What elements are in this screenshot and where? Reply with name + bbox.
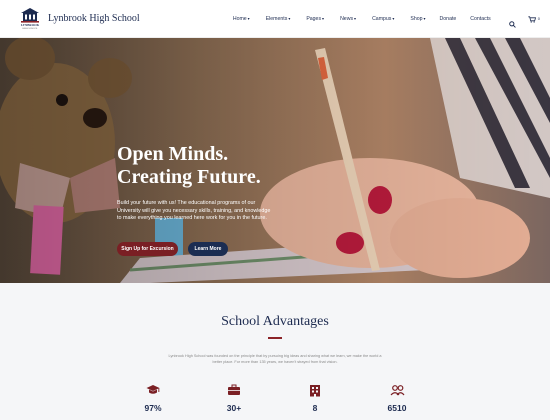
stat-item: 97% [133, 383, 173, 413]
stat-item: 30+ [214, 383, 254, 413]
stat-value: 30+ [226, 403, 242, 413]
nav-item-donate[interactable]: Donate [440, 16, 457, 22]
cart-icon [528, 10, 536, 28]
cart-count: 0 [537, 16, 540, 21]
nav-label: Elements [265, 15, 288, 22]
nav-label: Campus [372, 15, 392, 22]
hero-banner: Open Minds. Creating Future. Build your … [0, 38, 550, 283]
main-nav: Home▾ Elements▾ Pages▾ News▾ Campus▾ Sho… [217, 10, 540, 28]
nav-item-home[interactable]: Home▾ [233, 16, 250, 22]
nav-item-campus[interactable]: Campus▾ [372, 16, 394, 22]
logo-subtext: HIGH SCHOOL [22, 27, 38, 30]
stat-item: 6510 [377, 383, 417, 413]
site-header: LYNBROOK HIGH SCHOOL Lynbrook High Schoo… [0, 0, 550, 38]
search-icon[interactable] [508, 15, 516, 28]
logo[interactable]: LYNBROOK HIGH SCHOOL Lynbrook High Schoo… [17, 4, 140, 34]
stat-value: 8 [312, 403, 318, 413]
section-title: School Advantages [221, 314, 329, 329]
logo-badge-icon: LYNBROOK HIGH SCHOOL [17, 4, 43, 34]
hero-title-line-1: Open Minds. [117, 143, 229, 165]
section-description: Lynbrook High School was founded on the … [168, 354, 382, 364]
title-divider [268, 337, 282, 339]
nav-label: Shop [410, 15, 423, 22]
chevron-down-icon: ▾ [354, 15, 357, 21]
site-name[interactable]: Lynbrook High School [48, 13, 140, 24]
sign-up-excursion-button[interactable]: Sign Up for Excursion [117, 242, 178, 256]
stat-value: 6510 [387, 403, 407, 413]
nav-label: Contacts [470, 15, 491, 22]
stat-value: 97% [144, 403, 162, 413]
nav-item-shop[interactable]: Shop▾ [410, 16, 425, 22]
nav-item-news[interactable]: News▾ [340, 16, 356, 22]
users-icon [377, 383, 417, 397]
stat-item: 8 [295, 383, 335, 413]
building-icon [295, 383, 335, 397]
chevron-down-icon: ▾ [322, 15, 325, 21]
chevron-down-icon: ▾ [392, 15, 395, 21]
nav-label: Donate [439, 15, 457, 22]
cart-button[interactable]: 0 [528, 10, 540, 28]
hero-title: Open Minds. Creating Future. [117, 143, 317, 189]
briefcase-icon [214, 383, 254, 397]
nav-item-elements[interactable]: Elements▾ [266, 16, 291, 22]
chevron-down-icon: ▾ [423, 15, 426, 21]
learn-more-button[interactable]: Learn More [188, 242, 228, 256]
chevron-down-icon: ▾ [288, 15, 291, 21]
nav-label: Home [232, 15, 247, 22]
graduation-cap-icon [133, 383, 173, 397]
school-advantages-section: School Advantages Lynbrook High School w… [0, 283, 550, 420]
nav-label: Pages [306, 15, 322, 22]
nav-item-pages[interactable]: Pages▾ [306, 16, 324, 22]
hero-description: Build your future with us! The education… [117, 200, 271, 222]
nav-label: News [340, 15, 354, 22]
nav-item-contacts[interactable]: Contacts [470, 16, 490, 22]
chevron-down-icon: ▾ [247, 15, 250, 21]
hero-title-line-2: Creating Future. [117, 166, 261, 188]
